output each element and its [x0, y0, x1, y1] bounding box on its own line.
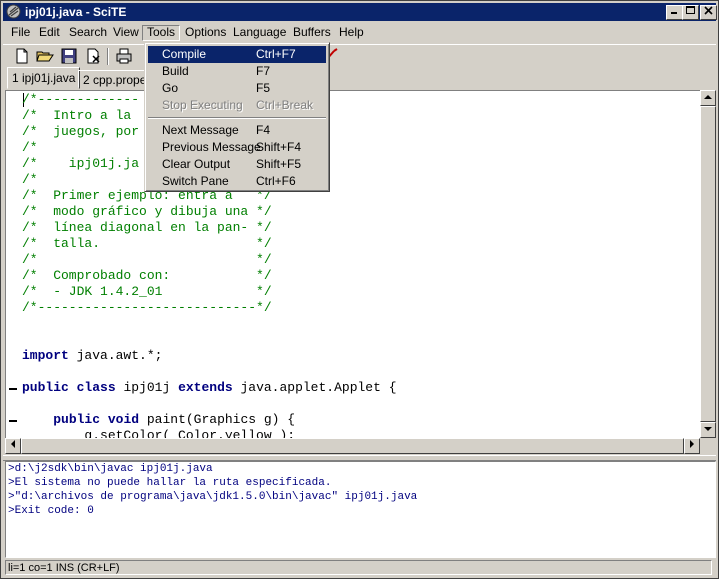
menu-item-go[interactable]: Go F5	[148, 80, 326, 97]
menu-item-build[interactable]: Build F7	[148, 63, 326, 80]
menu-item-shortcut: Ctrl+F6	[256, 174, 296, 188]
code-line: public class ipj01j extends java.applet.…	[22, 380, 397, 395]
toolbar-separator	[107, 48, 109, 65]
menu-item-label: Clear Output	[162, 157, 231, 171]
code-line: import java.awt.*;	[22, 348, 163, 363]
menu-view[interactable]: View	[108, 25, 144, 41]
menu-item-next-message[interactable]: Next Message F4	[148, 122, 326, 139]
save-icon[interactable]	[60, 47, 78, 65]
output-line: >El sistema no puede hallar la ruta espe…	[8, 477, 332, 489]
output-line: >"d:\archivos de programa\java\jdk1.5.0\…	[8, 491, 418, 503]
arrow-up-icon	[704, 95, 712, 99]
code-line: /* Comprobado con: */	[22, 268, 272, 283]
minimize-icon	[671, 12, 677, 14]
scroll-right-button[interactable]	[684, 438, 700, 454]
maximize-icon	[686, 6, 695, 14]
tools-menu-dropdown: Compile Ctrl+F7 Build F7 Go F5 Stop Exec…	[144, 42, 330, 192]
code-line: /* - JDK 1.4.2_01 */	[22, 284, 272, 299]
scite-app-icon	[6, 4, 21, 19]
menu-tools[interactable]: Tools	[142, 25, 181, 41]
menu-help[interactable]: Help	[334, 25, 369, 41]
menu-item-label: Switch Pane	[162, 174, 229, 188]
menu-edit[interactable]: Edit	[34, 25, 65, 41]
scroll-down-button[interactable]	[700, 422, 716, 438]
menu-item-label: Compile	[162, 47, 207, 61]
buffer-tabs: 1 ipj01j.java 2 cpp.proper	[3, 67, 716, 89]
arrow-right-icon	[690, 440, 694, 448]
maximize-button[interactable]	[682, 5, 699, 20]
menu-item-label: Build	[162, 64, 189, 78]
status-text: li=1 co=1 INS (CR+LF)	[5, 560, 712, 575]
menu-item-shortcut: F7	[256, 64, 271, 78]
new-file-icon[interactable]	[13, 47, 31, 65]
code-line: public void paint(Graphics g) {	[53, 412, 296, 427]
close-file-icon[interactable]	[84, 47, 102, 65]
scroll-left-button[interactable]	[5, 438, 21, 454]
menu-item-previous-message[interactable]: Previous Message Shift+F4	[148, 139, 326, 156]
window-title: ipj01j.java - SciTE	[25, 5, 127, 19]
menu-item-label: Go	[162, 81, 179, 95]
menu-item-shortcut: F4	[256, 123, 271, 137]
menu-buffers[interactable]: Buffers	[288, 25, 336, 41]
menu-item-shortcut: Shift+F5	[256, 157, 302, 171]
scite-window: ipj01j.java - SciTE File Edit Search Vie…	[0, 0, 719, 579]
open-folder-icon[interactable]	[36, 47, 54, 65]
code-line: /* línea diagonal en la pan- */	[22, 220, 272, 235]
horizontal-scroll-thumb[interactable]	[21, 438, 684, 454]
print-icon[interactable]	[115, 47, 133, 65]
menu-item-stop-executing: Stop Executing Ctrl+Break	[148, 97, 326, 114]
code-line: /* modo gráfico y dibuja una */	[22, 204, 272, 219]
menu-item-clear-output[interactable]: Clear Output Shift+F5	[148, 156, 326, 173]
scroll-up-button[interactable]	[700, 90, 716, 106]
menu-item-shortcut: Ctrl+F7	[256, 47, 296, 61]
menu-language[interactable]: Language	[228, 25, 291, 41]
editor-horizontal-scrollbar[interactable]	[5, 438, 700, 454]
scrollbar-corner	[700, 438, 716, 454]
fold-marker[interactable]	[9, 420, 17, 422]
menu-item-label: Next Message	[162, 123, 239, 137]
arrow-down-icon	[704, 427, 712, 431]
menu-options[interactable]: Options	[180, 25, 231, 41]
code-line: /* */	[22, 252, 272, 267]
menu-item-label: Previous Message	[162, 140, 261, 154]
minimize-button[interactable]	[666, 5, 683, 20]
menu-item-label: Stop Executing	[162, 98, 243, 112]
title-bar[interactable]: ipj01j.java - SciTE	[3, 3, 717, 21]
close-icon	[704, 6, 713, 15]
menu-bar: File Edit Search View Tools Options Lang…	[3, 23, 716, 42]
menu-file[interactable]: File	[6, 25, 35, 41]
code-line: /* talla. */	[22, 236, 272, 251]
code-editor[interactable]: /*-------------/* Intro a la/* juegos, p…	[5, 90, 701, 440]
menu-item-compile[interactable]: Compile Ctrl+F7	[148, 46, 326, 63]
arrow-left-icon	[11, 440, 15, 448]
menu-item-shortcut: Shift+F4	[256, 140, 302, 154]
code-line: /*----------------------------*/	[22, 300, 272, 315]
editor-vertical-scrollbar[interactable]	[700, 90, 716, 438]
menu-item-shortcut: F5	[256, 81, 271, 95]
output-line: >Exit code: 0	[8, 505, 94, 517]
fold-marker[interactable]	[9, 388, 17, 390]
menu-separator	[148, 117, 326, 119]
vertical-scroll-thumb[interactable]	[700, 106, 716, 422]
output-line: >d:\j2sdk\bin\javac ipj01j.java	[8, 463, 213, 475]
close-button[interactable]	[700, 5, 717, 20]
menu-item-shortcut: Ctrl+Break	[256, 98, 314, 112]
status-bar: li=1 co=1 INS (CR+LF)	[3, 559, 716, 577]
menu-search[interactable]: Search	[64, 25, 112, 41]
menu-item-switch-pane[interactable]: Switch Pane Ctrl+F6	[148, 173, 326, 190]
toolbar	[3, 44, 716, 67]
tab-ipj01j[interactable]: 1 ipj01j.java	[7, 67, 81, 89]
output-pane[interactable]: >d:\j2sdk\bin\javac ipj01j.java >El sist…	[5, 461, 716, 558]
